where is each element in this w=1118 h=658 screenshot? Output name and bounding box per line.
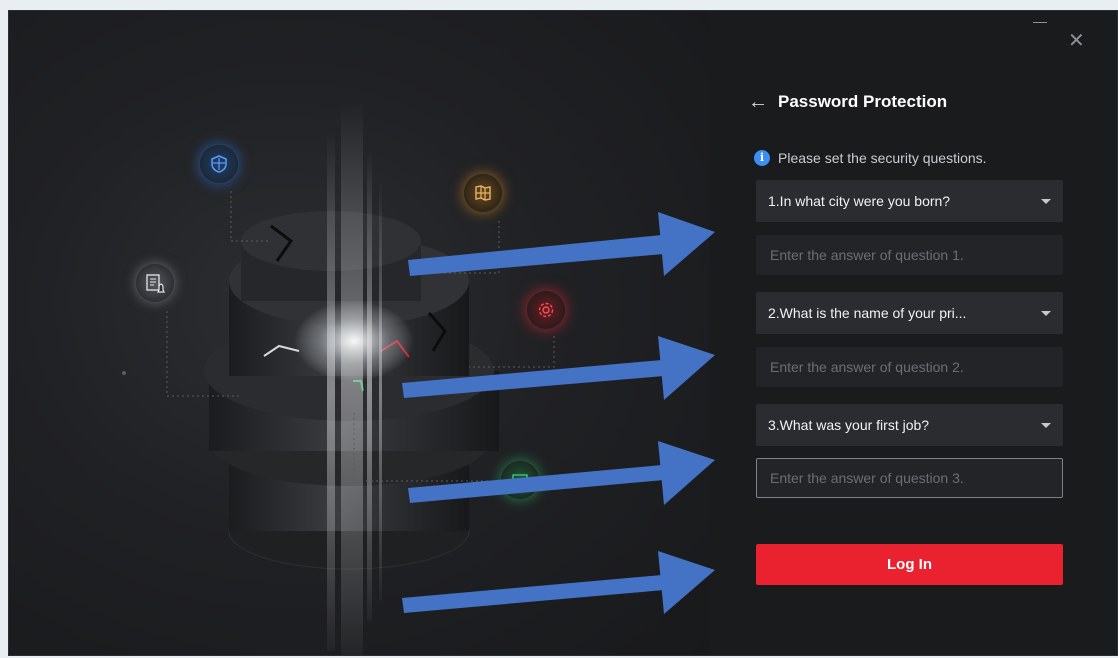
close-icon[interactable]: ✕ — [1068, 31, 1085, 51]
question-2-selected: 2.What is the name of your pri... — [768, 305, 967, 321]
chevron-down-icon — [1041, 310, 1051, 316]
security-question-3-select[interactable]: 3.What was your first job? — [756, 404, 1063, 446]
info-icon: i — [754, 150, 770, 166]
security-question-1-select[interactable]: 1.In what city were you born? — [756, 180, 1063, 222]
notification-list-icon — [136, 264, 174, 302]
answer-3-input[interactable] — [756, 458, 1063, 498]
chevron-down-icon — [1041, 422, 1051, 428]
info-text: Please set the security questions. — [778, 150, 987, 166]
screen-background: ✕ ← Password Protection i Please set the… — [0, 0, 1118, 658]
chevron-down-icon — [1041, 198, 1051, 204]
login-button[interactable]: Log In — [756, 544, 1063, 585]
minimize-icon[interactable] — [1033, 22, 1047, 23]
shield-icon — [200, 145, 238, 183]
panel-header: ← Password Protection — [748, 92, 947, 112]
gear-icon — [527, 291, 565, 329]
hero-illustration — [9, 11, 709, 655]
map-icon — [464, 174, 502, 212]
question-3-selected: 3.What was your first job? — [768, 417, 930, 433]
security-question-2-select[interactable]: 2.What is the name of your pri... — [756, 292, 1063, 334]
video-icon — [501, 461, 539, 499]
question-1-selected: 1.In what city were you born? — [768, 193, 951, 209]
answer-1-input[interactable] — [756, 235, 1063, 275]
info-message: i Please set the security questions. — [754, 150, 987, 166]
security-lock-illustration — [122, 101, 555, 655]
back-arrow-icon[interactable]: ← — [748, 92, 768, 112]
answer-2-input[interactable] — [756, 347, 1063, 387]
page-title: Password Protection — [778, 92, 948, 111]
